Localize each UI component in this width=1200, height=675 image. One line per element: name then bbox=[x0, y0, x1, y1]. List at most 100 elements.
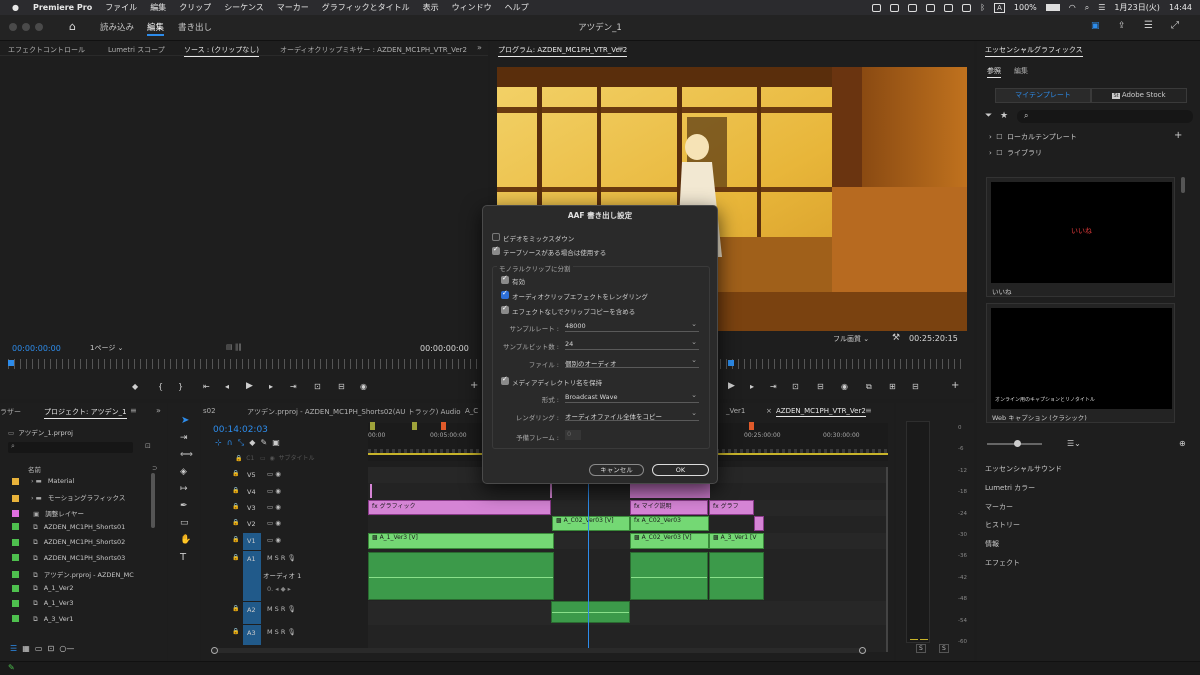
track-header[interactable]: 🔒 V1 ▭ ◉ bbox=[201, 533, 366, 550]
label-color-swatch[interactable] bbox=[12, 554, 19, 561]
label-color-swatch[interactable] bbox=[12, 494, 19, 502]
clip-mic-explainer[interactable]: fx マイク説明 bbox=[630, 500, 708, 515]
menu-clip[interactable]: クリップ bbox=[179, 2, 211, 13]
rendering-select[interactable]: オーディオファイル全体をコピー bbox=[565, 409, 699, 421]
tab-edit[interactable]: 編集 bbox=[1014, 66, 1028, 76]
project-item[interactable]: ⧉ A_1_Ver2 bbox=[12, 584, 74, 593]
clip-pink-small[interactable] bbox=[754, 516, 764, 531]
label-color-swatch[interactable] bbox=[12, 599, 19, 607]
audio-clip-a1c[interactable] bbox=[709, 552, 764, 600]
wrench-icon[interactable]: ⚒ bbox=[892, 333, 900, 343]
label-color-swatch[interactable] bbox=[12, 538, 19, 546]
project-item[interactable]: › ▬ モーショングラフィックス bbox=[12, 492, 125, 502]
label-color-swatch[interactable] bbox=[12, 584, 19, 592]
track-header[interactable]: 🔒 V4 ▭ ◉ bbox=[201, 484, 366, 500]
track-header[interactable]: 🔒 V3 ▭ ◉ bbox=[201, 500, 366, 516]
project-item[interactable]: ⧉ アツデン.prproj - AZDEN_MC bbox=[12, 569, 134, 580]
new-bin-icon[interactable]: ⊡ bbox=[145, 442, 151, 450]
menu-file[interactable]: ファイル bbox=[105, 2, 137, 13]
section-effects[interactable]: エフェクト bbox=[985, 558, 1020, 568]
audio-clip-a1[interactable] bbox=[368, 552, 554, 600]
template-card-iine[interactable]: いいね いいね bbox=[986, 177, 1175, 297]
export-frame-icon[interactable]: ◉ bbox=[360, 382, 367, 391]
battery-icon[interactable] bbox=[1045, 4, 1060, 11]
zoom-window-button[interactable] bbox=[35, 23, 43, 31]
status-icon[interactable] bbox=[872, 3, 882, 12]
project-item[interactable]: › ▬ Material bbox=[12, 477, 74, 485]
track-header[interactable]: 🔒 A1 M S R 🎙 オーディオ 1 0. ◂ ◆ ▸ bbox=[201, 551, 366, 601]
control-center-icon[interactable]: ☰ bbox=[1098, 3, 1105, 12]
solo-right-button[interactable]: S bbox=[939, 644, 949, 653]
project-item[interactable]: ⧉ AZDEN_MC1PH_Shorts03 bbox=[12, 554, 125, 563]
input-source[interactable]: A bbox=[994, 2, 1005, 13]
label-color-swatch[interactable] bbox=[12, 523, 19, 531]
lock-icon[interactable]: 🔒 bbox=[232, 487, 239, 494]
timeline-tab-active[interactable]: AZDEN_MC1PH_VTR_Ver2 bbox=[776, 407, 866, 417]
program-export-frame-icon[interactable]: ◉ bbox=[841, 382, 848, 391]
program-ruler[interactable] bbox=[720, 359, 965, 369]
lock-icon[interactable]: 🔒 bbox=[232, 605, 239, 612]
audio-clip-a1b[interactable] bbox=[630, 552, 708, 600]
wifi-icon[interactable]: ◠ bbox=[1069, 3, 1076, 12]
clip-a3-ver1[interactable]: ▩ A_3_Ver1 [V bbox=[709, 533, 764, 549]
label-color-swatch[interactable] bbox=[12, 477, 19, 485]
lock-icon[interactable]: 🔒 bbox=[232, 470, 239, 477]
slip-tool-icon[interactable]: ↦ bbox=[180, 484, 188, 494]
insert-button[interactable]: ⊡ bbox=[314, 382, 321, 391]
quick-export-icon[interactable]: ▣ bbox=[1091, 21, 1100, 31]
tree-item-local[interactable]: › ☐ ローカルテンプレート bbox=[989, 132, 1077, 142]
audio-clip-a2[interactable] bbox=[551, 601, 630, 623]
ok-button[interactable]: OK bbox=[652, 464, 709, 476]
solo-left-button[interactable]: S bbox=[916, 644, 926, 653]
progress-icon[interactable]: ☰ bbox=[1144, 20, 1153, 31]
section-history[interactable]: ヒストリー bbox=[985, 520, 1020, 530]
menu-icon[interactable]: ≡ bbox=[865, 406, 872, 415]
audio-track-toggles[interactable]: M S R 🎙 bbox=[267, 628, 296, 636]
lock-icon[interactable]: 🔒 bbox=[232, 503, 239, 510]
essential-graphics-title[interactable]: エッセンシャルグラフィックス bbox=[985, 45, 1083, 57]
track-toggles[interactable]: ▭ ◉ bbox=[267, 536, 281, 544]
project-search-input[interactable]: ⌕ bbox=[8, 442, 133, 453]
track-select-tool-icon[interactable]: ⇥ bbox=[180, 433, 188, 443]
program-title[interactable]: プログラム: AZDEN_MC1PH_VTR_Ver2 bbox=[498, 45, 628, 57]
clip-graphic-1[interactable]: fx グラフィック bbox=[368, 500, 551, 515]
timeline-tab-4[interactable]: _Ver1 bbox=[726, 407, 745, 415]
program-go-to-out-button[interactable]: ⇥ bbox=[770, 382, 777, 391]
tab-audio-clip-mixer[interactable]: オーディオクリップミキサー : AZDEN_MC1PH_VTR_Ver2 bbox=[280, 45, 467, 55]
extract-button[interactable]: ⊟ bbox=[817, 382, 824, 391]
timeline-timecode[interactable]: 00:14:02:03 bbox=[213, 425, 268, 435]
minimize-window-button[interactable] bbox=[22, 23, 30, 31]
star-icon[interactable]: ★ bbox=[1000, 111, 1008, 121]
timeline-tab-3[interactable]: A_C bbox=[465, 407, 478, 415]
go-to-in-button[interactable]: ⇤ bbox=[203, 382, 210, 391]
status-icon[interactable] bbox=[962, 3, 972, 12]
workspace-import[interactable]: 読み込み bbox=[100, 21, 134, 33]
clip-marker[interactable] bbox=[550, 484, 552, 498]
marker[interactable] bbox=[749, 422, 754, 430]
include-copy-checkbox[interactable] bbox=[501, 304, 509, 314]
menu-help[interactable]: ヘルプ bbox=[505, 2, 529, 13]
clip-ac02-v2b[interactable]: fx A_C02_Ver03 bbox=[630, 516, 709, 531]
mixdown-video-checkbox[interactable] bbox=[492, 233, 500, 241]
panel-overflow-icon[interactable]: » bbox=[477, 43, 482, 52]
tab-lumetri-scopes[interactable]: Lumetri スコープ bbox=[108, 45, 165, 55]
type-tool-icon[interactable]: T bbox=[180, 552, 186, 563]
tab-project[interactable]: プロジェクト: アツデン_1 bbox=[44, 407, 127, 419]
apple-icon[interactable]: ● bbox=[12, 3, 19, 12]
tab-browse[interactable]: 参照 bbox=[987, 66, 1001, 78]
label-color-swatch[interactable] bbox=[12, 615, 19, 623]
step-back-button[interactable]: ◂ bbox=[225, 382, 229, 391]
menu-edit[interactable]: 編集 bbox=[150, 2, 166, 13]
lock-icon[interactable]: 🔒 bbox=[232, 628, 239, 635]
cancel-button[interactable]: キャンセル bbox=[589, 464, 644, 476]
template-search-input[interactable]: ⌕ bbox=[1017, 110, 1193, 123]
clock-text[interactable]: 14:44 bbox=[1169, 3, 1192, 12]
clip-ac02-v2a[interactable]: ▩ A_C02_Ver03 [V] bbox=[552, 516, 630, 531]
pen-tool-icon[interactable]: ✒ bbox=[180, 501, 188, 511]
status-icon[interactable] bbox=[926, 3, 936, 12]
section-lumetri-color[interactable]: Lumetri カラー bbox=[985, 483, 1035, 493]
step-forward-button[interactable]: ▸ bbox=[269, 382, 273, 391]
tree-item-library[interactable]: › ☐ ライブラリ bbox=[989, 148, 1042, 158]
track-header[interactable]: 🔒 A2 M S R 🎙 bbox=[201, 602, 366, 624]
add-button[interactable]: + bbox=[470, 380, 478, 391]
